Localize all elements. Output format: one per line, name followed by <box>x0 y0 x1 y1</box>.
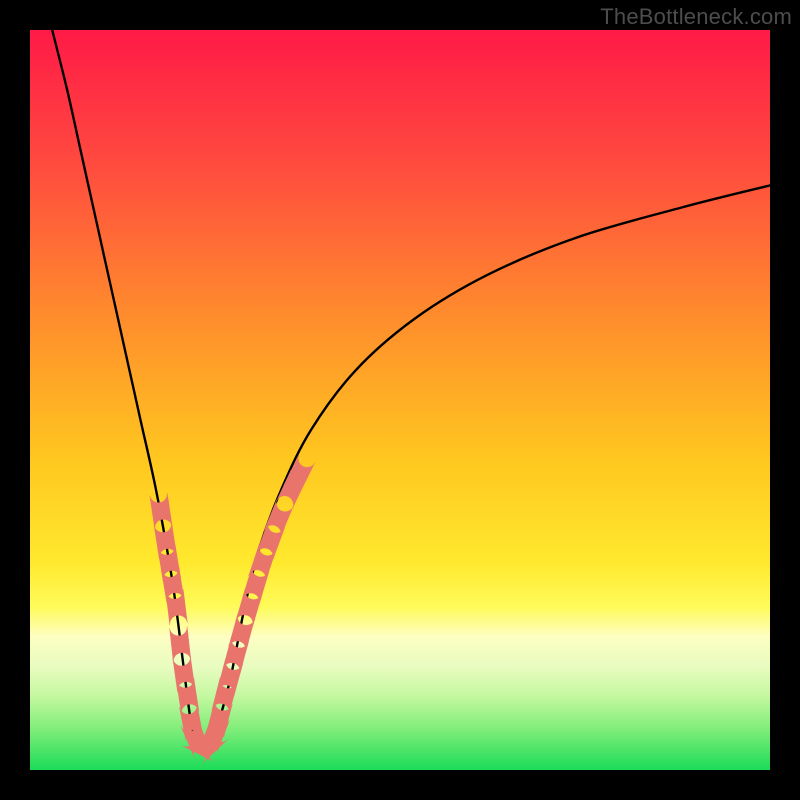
curve-layer <box>30 30 770 770</box>
curve-marker <box>150 493 172 529</box>
bottleneck-curve <box>52 30 770 750</box>
watermark-text: TheBottleneck.com <box>600 4 792 30</box>
plot-area <box>30 30 770 770</box>
curve-markers <box>150 455 315 763</box>
chart-frame: TheBottleneck.com <box>0 0 800 800</box>
